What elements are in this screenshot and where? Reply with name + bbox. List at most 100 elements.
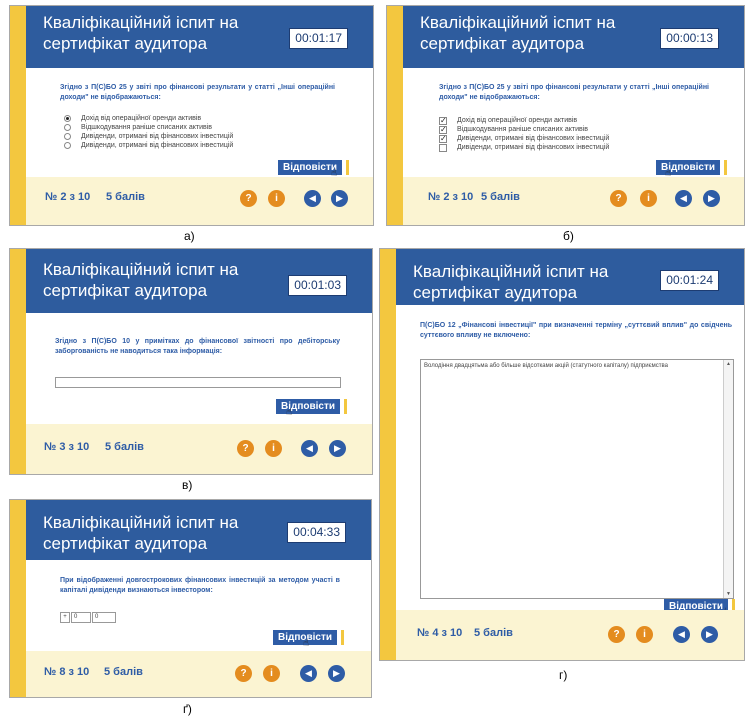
question-text: Згідно з П(С)БО 25 у звіті про фінансові…	[439, 84, 709, 101]
scroll-up-icon[interactable]: ▲	[724, 360, 733, 368]
caption-a: а)	[184, 229, 195, 243]
header: Кваліфікаційний іспит на сертифікат ауди…	[26, 500, 371, 560]
help-button[interactable]: ?	[240, 190, 257, 207]
timer: 00:01:17	[289, 28, 348, 49]
question-points: 5 балів	[481, 191, 520, 203]
question-text: Згідно з П(С)БО 25 у звіті про фінансові…	[60, 84, 335, 101]
hand-cursor-icon: ☝	[286, 407, 293, 418]
next-arrow-icon[interactable]: ▶	[331, 190, 348, 207]
question-text: Згідно з П(С)БО 10 у примітках до фінанс…	[55, 338, 340, 355]
question-points: 5 балів	[474, 627, 513, 639]
question-number: № 4 з 10	[417, 627, 463, 639]
value-field-2[interactable]: 0	[92, 612, 116, 623]
info-button[interactable]: i	[263, 665, 280, 682]
question-text: П(С)БО 12 „Фінансові інвестиції" при виз…	[420, 322, 732, 339]
options: Дохід від операційної оренди активів Від…	[64, 114, 233, 150]
checkbox[interactable]: ✓	[439, 116, 447, 125]
content: Згідно з П(С)БО 10 у примітках до фінанс…	[26, 313, 372, 424]
radio-button[interactable]	[64, 124, 71, 131]
value-field-1[interactable]: 0	[71, 612, 91, 623]
exam-title: Кваліфікаційний іспит на сертифікат ауди…	[420, 13, 616, 53]
help-button[interactable]: ?	[608, 626, 625, 643]
caption-v: в)	[182, 478, 193, 492]
hand-cursor-icon: ☝	[303, 638, 310, 649]
exam-title: Кваліфікаційний іспит на сертифікат ауди…	[43, 260, 239, 300]
panel-v: Кваліфікаційний іспит на сертифікат ауди…	[9, 248, 373, 475]
answer-button-wrap: Відповісти	[278, 160, 350, 175]
option-4[interactable]: Дивіденди, отримані від фінансових інвес…	[64, 141, 233, 150]
header: Кваліфікаційний іспит на сертифікат ауди…	[403, 6, 744, 68]
question-number: № 8 з 10	[44, 666, 90, 678]
sign-field: +	[60, 612, 70, 623]
prev-arrow-icon[interactable]: ◀	[300, 665, 317, 682]
accent-strip	[387, 6, 403, 225]
caption-b: б)	[563, 229, 574, 243]
button-accent	[341, 630, 345, 645]
footer: № 2 з 10 5 балів ? i ◀ ▶	[403, 177, 744, 225]
checkbox[interactable]: ✓	[439, 134, 447, 143]
accent-strip	[10, 6, 26, 225]
panel-b: Кваліфікаційний іспит на сертифікат ауди…	[386, 5, 745, 226]
next-arrow-icon[interactable]: ▶	[329, 440, 346, 457]
exam-title: Кваліфікаційний іспит на сертифікат ауди…	[413, 262, 609, 302]
info-button[interactable]: i	[640, 190, 657, 207]
accent-strip	[10, 500, 26, 697]
textarea-text: Володіння двадцятьма або більше відсотка…	[424, 363, 668, 369]
radio-button[interactable]	[64, 133, 71, 140]
footer: № 3 з 10 5 балів ? i ◀ ▶	[26, 424, 372, 474]
question-number: № 2 з 10	[45, 191, 91, 203]
footer: № 2 з 10 5 балів ? i ◀ ▶	[26, 177, 373, 225]
caption-g2: ґ)	[183, 702, 192, 716]
info-button[interactable]: i	[636, 626, 653, 643]
answer-input[interactable]	[55, 377, 341, 388]
header: Кваліфікаційний іспит на сертифікат ауди…	[26, 249, 372, 313]
option-4[interactable]: Дивіденди, отримані від фінансових інвес…	[439, 143, 609, 152]
prev-arrow-icon[interactable]: ◀	[304, 190, 321, 207]
scrollbar[interactable]: ▲ ▼	[723, 360, 733, 598]
next-arrow-icon[interactable]: ▶	[328, 665, 345, 682]
radio-button[interactable]	[64, 142, 71, 149]
content: П(С)БО 12 „Фінансові інвестиції" при виз…	[396, 305, 744, 618]
help-button[interactable]: ?	[610, 190, 627, 207]
timer: 00:00:13	[660, 28, 719, 49]
content: Згідно з П(С)БО 25 у звіті про фінансові…	[403, 68, 744, 179]
accent-strip	[380, 249, 396, 660]
next-arrow-icon[interactable]: ▶	[701, 626, 718, 643]
checkbox[interactable]: ✓	[439, 125, 447, 134]
help-button[interactable]: ?	[237, 440, 254, 457]
panel-a: Кваліфікаційний іспит на сертифікат ауди…	[9, 5, 374, 226]
radio-button[interactable]	[64, 115, 71, 122]
header: Кваліфікаційний іспит на сертифікат ауди…	[396, 249, 744, 305]
question-points: 5 балів	[104, 666, 143, 678]
next-arrow-icon[interactable]: ▶	[703, 190, 720, 207]
prev-arrow-icon[interactable]: ◀	[675, 190, 692, 207]
question-points: 5 балів	[105, 441, 144, 453]
caption-g: г)	[559, 668, 568, 682]
help-button[interactable]: ?	[235, 665, 252, 682]
button-accent	[344, 399, 348, 414]
button-accent	[724, 160, 728, 175]
panel-g2: Кваліфікаційний іспит на сертифікат ауди…	[9, 499, 372, 698]
accent-strip	[10, 249, 26, 474]
info-button[interactable]: i	[265, 440, 282, 457]
panel-g: Кваліфікаційний іспит на сертифікат ауди…	[379, 248, 745, 661]
button-accent	[346, 160, 350, 175]
prev-arrow-icon[interactable]: ◀	[301, 440, 318, 457]
checkbox[interactable]	[439, 143, 447, 152]
footer: № 4 з 10 5 балів ? i ◀ ▶	[396, 610, 744, 660]
timer: 00:01:03	[288, 275, 347, 296]
question-number: № 3 з 10	[44, 441, 90, 453]
content: Згідно з П(С)БО 25 у звіті про фінансові…	[26, 68, 373, 179]
question-text: При відображенні довгострокових фінансов…	[60, 577, 340, 594]
question-number: № 2 з 10	[428, 191, 474, 203]
scroll-down-icon[interactable]: ▼	[724, 590, 733, 598]
info-button[interactable]: i	[268, 190, 285, 207]
timer: 00:04:33	[287, 522, 346, 543]
prev-arrow-icon[interactable]: ◀	[673, 626, 690, 643]
content: При відображенні довгострокових фінансов…	[26, 560, 371, 651]
timer: 00:01:24	[660, 270, 719, 291]
footer: № 8 з 10 5 балів ? i ◀ ▶	[26, 651, 371, 697]
exam-title: Кваліфікаційний іспит на сертифікат ауди…	[43, 13, 239, 53]
header: Кваліфікаційний іспит на сертифікат ауди…	[26, 6, 373, 68]
answer-textarea[interactable]: Володіння двадцятьма або більше відсотка…	[420, 359, 734, 599]
